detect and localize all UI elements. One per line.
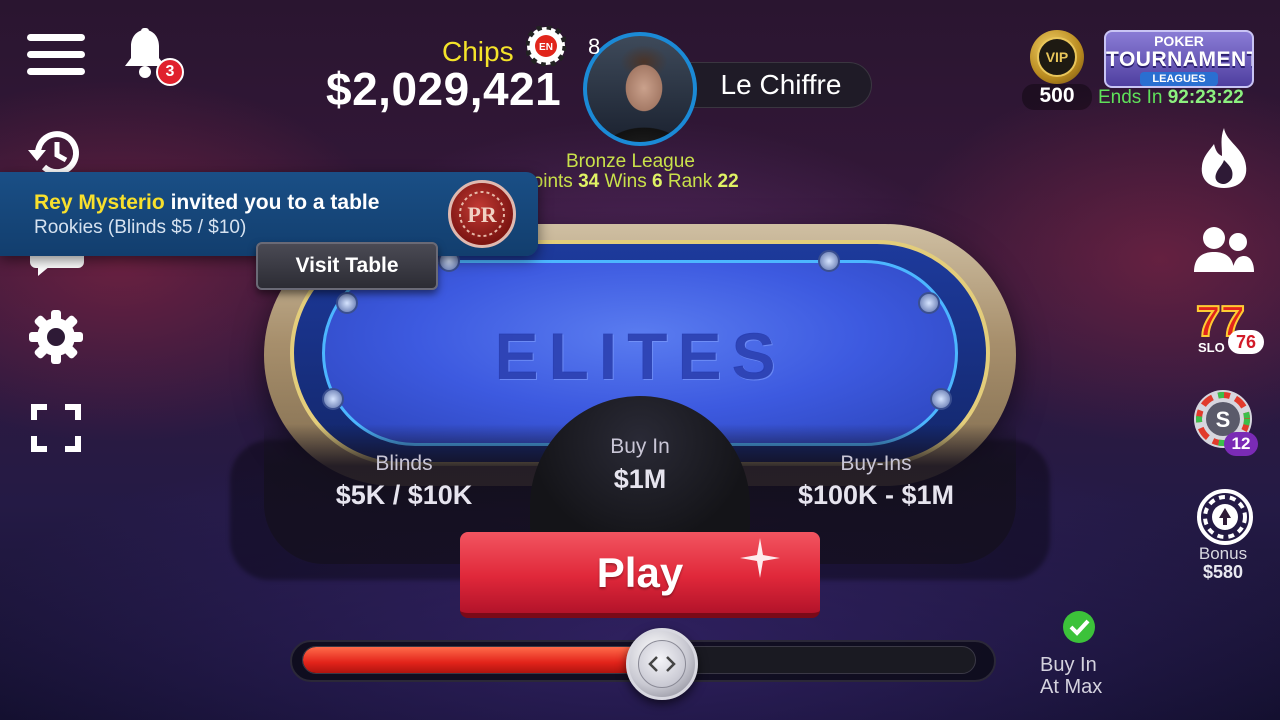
play-button-label: Play xyxy=(596,548,684,596)
svg-text:SLO: SLO xyxy=(1198,340,1225,355)
buy-in-at-max-label: Buy In At Max xyxy=(1040,654,1130,698)
svg-text:PR: PR xyxy=(467,202,497,227)
seat-marker xyxy=(918,292,940,314)
points-value: 34 xyxy=(578,171,600,192)
history-icon[interactable] xyxy=(26,128,86,178)
seat-marker xyxy=(336,292,358,314)
player-level: 8 xyxy=(588,34,601,59)
svg-text:EN: EN xyxy=(539,42,553,53)
seat-marker xyxy=(818,250,840,272)
chips-balance: $2,029,421 xyxy=(326,63,562,115)
wins-value: 6 xyxy=(652,171,663,192)
seat-marker xyxy=(322,388,344,410)
ends-label: Ends In xyxy=(1098,87,1163,108)
vip-points: 500 xyxy=(1022,84,1092,110)
buy-ins-label: Buy-Ins xyxy=(840,452,912,475)
player-name-text: Le Chiffre xyxy=(720,69,842,100)
league-stats: Points 34 Wins 6 Rank 22 xyxy=(520,171,739,193)
tournament-leagues-logo[interactable]: POKER TOURNAMENT LEAGUES xyxy=(1104,30,1254,88)
bonus-icon[interactable] xyxy=(1196,488,1254,546)
club-logo-icon: PR xyxy=(448,180,516,248)
visit-table-label: Visit Table xyxy=(295,254,399,277)
sparkle-icon xyxy=(740,538,780,578)
inviter-name: Rey Mysterio xyxy=(34,191,165,214)
invite-text: invited you to a table xyxy=(170,191,380,214)
slider-thumb[interactable] xyxy=(626,628,698,700)
check-icon[interactable] xyxy=(1062,610,1096,644)
bonus-amount: $580 xyxy=(1202,562,1244,582)
fullscreen-icon[interactable] xyxy=(31,404,81,452)
tournament-logo-line2: TOURNAMENT xyxy=(1106,48,1254,71)
spin-count-badge: 12 xyxy=(1224,432,1258,456)
ends-time: 92:23:22 xyxy=(1167,87,1244,108)
menu-icon[interactable] xyxy=(27,34,85,78)
invite-message: Rey Mysterio invited you to a table xyxy=(34,191,379,215)
league-name: Bronze League xyxy=(566,151,695,172)
slots-count-badge: 76 xyxy=(1228,330,1264,354)
tournament-countdown: Ends In 92:23:22 xyxy=(1098,87,1244,109)
buy-in-value: $1M xyxy=(613,464,667,494)
tournament-logo-line3: LEAGUES xyxy=(1140,72,1218,86)
visit-table-button[interactable]: Visit Table xyxy=(256,242,438,290)
blinds-label: Blinds xyxy=(375,452,433,475)
wins-label: Wins xyxy=(604,171,647,192)
tournament-logo-line1: POKER xyxy=(1154,33,1204,49)
rank-label: Rank xyxy=(667,171,713,192)
svg-text:S: S xyxy=(1216,407,1231,432)
slider-arrows-icon xyxy=(638,640,686,688)
chip-icon: EN xyxy=(524,24,568,68)
friends-icon[interactable] xyxy=(1192,224,1256,274)
invite-table-info: Rookies (Blinds $5 / $10) xyxy=(34,217,247,238)
blinds-value: $5K / $10K xyxy=(335,480,473,510)
buy-ins-value: $100K - $1M xyxy=(797,480,955,510)
player-name[interactable]: Le Chiffre xyxy=(690,62,872,108)
buy-in-label: Buy In xyxy=(610,435,670,458)
bonus-label: Bonus xyxy=(1198,544,1248,563)
buy-in-at-max-line1: Buy In xyxy=(1040,654,1097,676)
gear-icon[interactable] xyxy=(27,308,85,366)
buy-in-slider-fill xyxy=(303,647,639,673)
buy-in-at-max-line2: At Max xyxy=(1040,676,1103,698)
rank-value: 22 xyxy=(717,171,739,192)
notification-badge: 3 xyxy=(156,58,184,86)
seat-marker xyxy=(930,388,952,410)
fire-icon[interactable] xyxy=(1196,126,1252,190)
table-name: ELITES xyxy=(494,319,786,393)
vip-icon[interactable]: VIP xyxy=(1030,30,1084,84)
vip-label: VIP xyxy=(1037,37,1077,77)
